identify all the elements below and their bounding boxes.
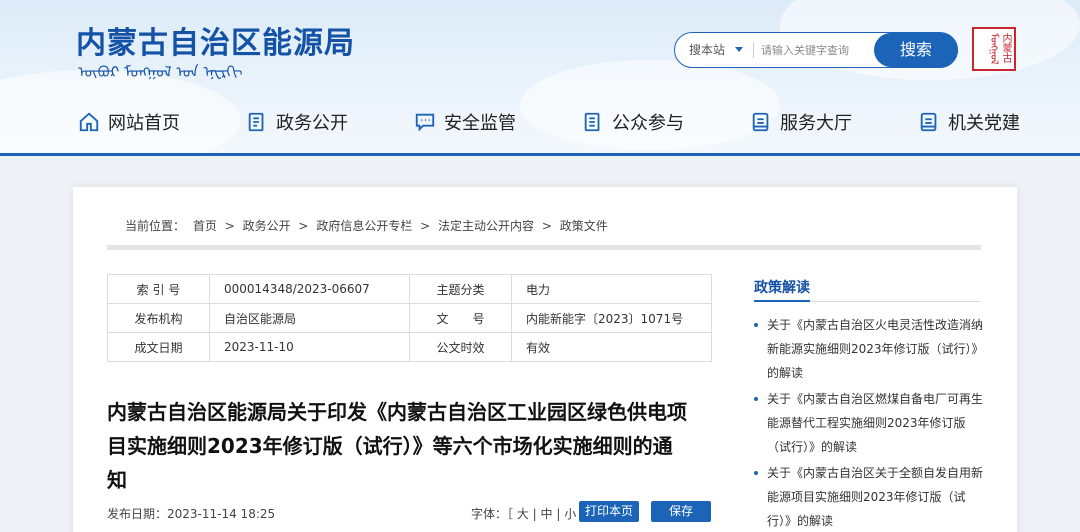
table-row: 索 引 号 000014348/2023-06607 主题分类 电力 [107, 274, 712, 304]
breadcrumb-separator: > [420, 219, 431, 233]
sidebar-title: 政策解读 [754, 280, 810, 296]
sidebar-rule-accent [754, 300, 810, 302]
chevron-down-icon[interactable] [735, 47, 743, 52]
nav-item-label: 网站首页 [108, 113, 180, 134]
nav-item-gov-affairs[interactable]: 政务公开 [246, 104, 348, 140]
policy-interpretation-list: 关于《内蒙古自治区火电灵活性改造消纳新能源实施细则2023年修订版（试行）》的解… [754, 313, 984, 532]
site-title-mongolian: ᠥᠪᠦᠷ ᠮᠣᠩᠭᠣᠯ ᠤᠨ ᠡᠨᠧᠷᠭᠢ [78, 63, 243, 81]
breadcrumb-item[interactable]: 政府信息公开专栏 [316, 219, 412, 233]
nav-item-public[interactable]: 公众参与 [582, 104, 684, 140]
book-icon [920, 112, 937, 132]
header-divider [0, 153, 1080, 156]
font-size-small[interactable]: 小 [564, 507, 576, 521]
breadcrumb: 当前位置： 首页 > 政务公开 > 政府信息公开专栏 > 法定主动公开内容 > … [125, 217, 612, 234]
nav-item-party[interactable]: 机关党建 [918, 104, 1020, 140]
publish-date: 发布日期：2023-11-14 18:25 [107, 507, 276, 521]
meta-value: 内能新能字〔2023〕1071号 [511, 303, 712, 333]
breadcrumb-separator: > [298, 219, 309, 233]
save-button[interactable]: 保存 [651, 501, 711, 522]
meta-label: 公文时效 [409, 332, 512, 362]
font-size-medium[interactable]: 中 [541, 507, 553, 521]
list-icon [584, 112, 600, 132]
table-row: 发布机构 自治区能源局 文 号 内能新能字〔2023〕1071号 [107, 303, 712, 333]
breadcrumb-item[interactable]: 政务公开 [243, 219, 291, 233]
meta-label: 索 引 号 [107, 274, 210, 304]
nav-item-label: 公众参与 [612, 113, 684, 134]
print-button[interactable]: 打印本页 [579, 501, 639, 522]
search-input[interactable] [761, 39, 869, 61]
content-card: 当前位置： 首页 > 政务公开 > 政府信息公开专栏 > 法定主动公开内容 > … [73, 187, 1017, 532]
breadcrumb-prefix: 当前位置： [125, 219, 186, 233]
font-size-label: 字体：［ [471, 507, 514, 521]
search-divider [753, 42, 754, 58]
meta-label: 成文日期 [107, 332, 210, 362]
breadcrumb-separator: > [541, 219, 552, 233]
meta-label: 主题分类 [409, 274, 512, 304]
search-box: 搜本站 搜索 [674, 32, 958, 68]
nav-item-label: 政务公开 [276, 113, 348, 134]
meta-value: 2023-11-10 [209, 332, 410, 362]
meta-value: 000014348/2023-06607 [209, 274, 410, 304]
table-row: 成文日期 2023-11-10 公文时效 有效 [107, 332, 712, 362]
nav-item-label: 安全监管 [444, 113, 516, 134]
section-divider [107, 245, 981, 250]
meta-value: 有效 [511, 332, 712, 362]
font-size-control: 字体：［ 大 | 中 | 小 ］ [471, 505, 592, 522]
nav-item-label: 服务大厅 [780, 113, 852, 134]
search-button[interactable]: 搜索 [874, 33, 958, 67]
breadcrumb-item[interactable]: 政策文件 [560, 219, 608, 233]
document-icon [248, 112, 264, 132]
chat-icon [415, 113, 435, 132]
document-title: 内蒙古自治区能源局关于印发《内蒙古自治区工业园区绿色供电项目实施细则2023年修… [107, 400, 687, 492]
meta-value: 电力 [511, 274, 712, 304]
meta-value: 自治区能源局 [209, 303, 410, 333]
nav-item-label: 机关党建 [948, 113, 1020, 134]
nav-item-safety[interactable]: 安全监管 [414, 104, 516, 140]
meta-label: 文 号 [409, 303, 512, 333]
meta-label: 发布机构 [107, 303, 210, 333]
breadcrumb-item[interactable]: 法定主动公开内容 [438, 219, 534, 233]
breadcrumb-item[interactable]: 首页 [193, 219, 217, 233]
search-scope-select[interactable]: 搜本站 [689, 33, 725, 67]
nav-item-home[interactable]: 网站首页 [78, 104, 180, 140]
breadcrumb-separator: > [224, 219, 235, 233]
nav-item-service[interactable]: 服务大厅 [750, 104, 852, 140]
font-size-large[interactable]: 大 [517, 507, 529, 521]
seal-logo: 内蒙古 ᠮᠣᠩᠭᠣᠯ [972, 27, 1016, 71]
document-meta-table: 索 引 号 000014348/2023-06607 主题分类 电力 发布机构 … [107, 274, 712, 362]
book-icon [752, 112, 769, 132]
site-header: 内蒙古自治区能源局 ᠥᠪᠦᠷ ᠮᠣᠩᠭᠣᠯ ᠤᠨ ᠡᠨᠧᠷᠭᠢ 搜本站 搜索 内… [0, 0, 1080, 156]
home-icon [79, 112, 99, 132]
list-item[interactable]: 关于《内蒙古自治区燃煤自备电厂可再生能源替代工程实施细则2023年修订版（试行）… [754, 387, 984, 459]
main-nav: 网站首页 政务公开 安全监管 公众参与 服务大厅 机关党建 [0, 104, 1080, 140]
list-item[interactable]: 关于《内蒙古自治区火电灵活性改造消纳新能源实施细则2023年修订版（试行）》的解… [754, 313, 984, 385]
list-item[interactable]: 关于《内蒙古自治区关于全额自发自用新能源项目实施细则2023年修订版（试行）》的… [754, 461, 984, 532]
